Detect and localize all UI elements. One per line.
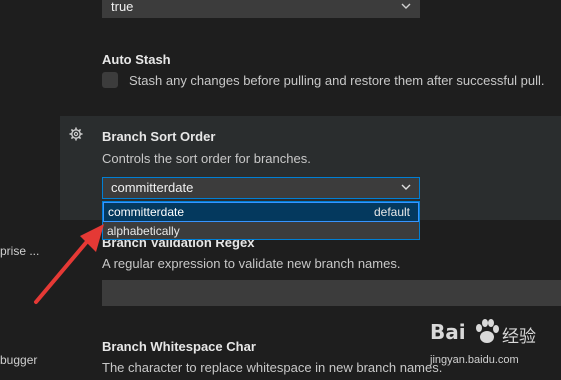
- top-select-value: true: [111, 0, 134, 14]
- branch-sort-order-title: Branch Sort Order: [102, 129, 216, 144]
- option-label: alphabetically: [107, 224, 180, 238]
- watermark-logo-text: Bai: [430, 320, 466, 344]
- branch-sort-order-select[interactable]: committerdate: [102, 177, 420, 199]
- option-committerdate[interactable]: committerdate default: [103, 202, 419, 222]
- baidu-jingyan-watermark: Bai 经验 jingyan.baidu.com: [430, 318, 561, 380]
- branch-whitespace-char-description: The character to replace whitespace in n…: [102, 360, 443, 375]
- settings-toc-sidebar: prise ... bugger: [0, 0, 60, 380]
- branch-sort-order-description: Controls the sort order for branches.: [102, 151, 311, 166]
- branch-whitespace-char-title: Branch Whitespace Char: [102, 339, 256, 354]
- option-label: committerdate: [108, 205, 185, 219]
- branch-validation-regex-description: A regular expression to validate new bra…: [102, 256, 401, 271]
- option-default-tag: default: [373, 205, 410, 219]
- watermark-url-text: jingyan.baidu.com: [430, 354, 519, 366]
- auto-stash-checkbox[interactable]: [102, 72, 118, 88]
- gear-icon[interactable]: [69, 127, 83, 141]
- top-select[interactable]: true: [102, 0, 420, 18]
- annotation-arrow-icon: [34, 224, 104, 304]
- branch-validation-regex-input[interactable]: [102, 280, 561, 306]
- branch-sort-order-value: committerdate: [111, 180, 194, 195]
- baidu-paw-icon: [476, 319, 499, 343]
- dropdown-options-list: committerdate default alphabetically: [102, 201, 420, 240]
- option-alphabetically[interactable]: alphabetically: [103, 222, 419, 240]
- auto-stash-description: Stash any changes before pulling and res…: [129, 73, 545, 88]
- sidebar-item-partial[interactable]: bugger: [0, 353, 37, 367]
- chevron-down-icon: [401, 184, 411, 190]
- auto-stash-title: Auto Stash: [102, 52, 171, 67]
- chevron-down-icon: [401, 3, 411, 9]
- watermark-cn-text: 经验: [502, 327, 536, 346]
